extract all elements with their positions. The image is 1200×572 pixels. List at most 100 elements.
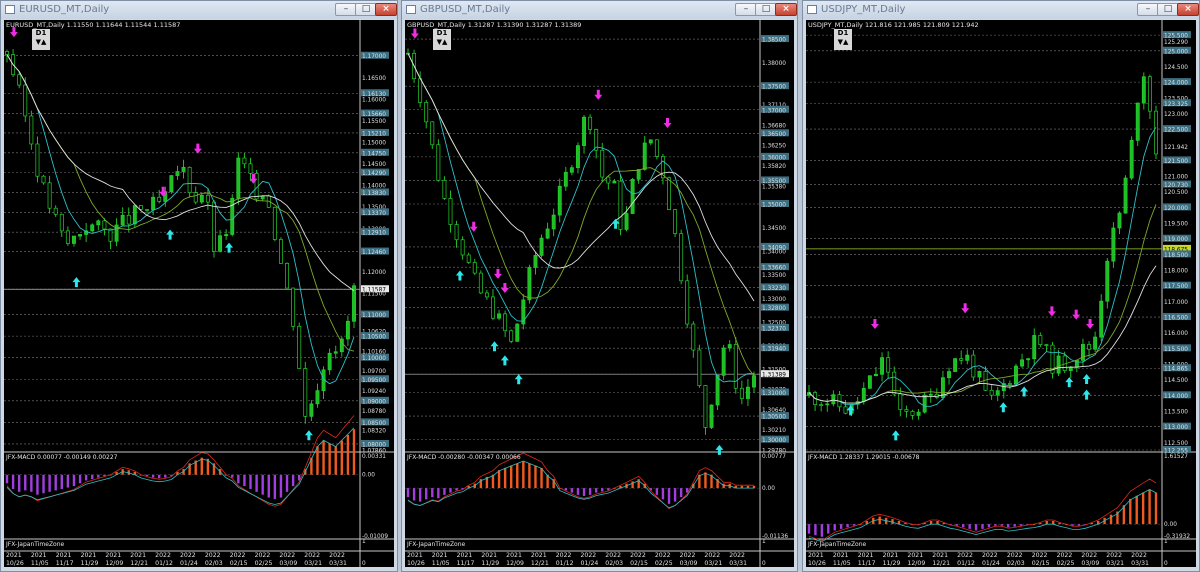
date-day-label: 11/05 [432,560,450,567]
candle-body [947,371,951,379]
candle-body [527,267,532,301]
price-chart[interactable]: 125.500125.290125.000124.500124.000123.5… [806,20,1196,567]
chart-window-usdjpy[interactable]: USDJPY_MT,Daily – □ × 125.500 125.290 125.… [802,0,1200,572]
candle-body [108,228,113,242]
window-title: EURUSD_MT,Daily [19,4,110,15]
price-label: 123.325 [1164,102,1188,108]
candle-body [1038,335,1043,345]
macd-bar [878,516,881,525]
candle-body [278,239,283,264]
date-day-label: 11/17 [457,560,475,567]
buy-arrow-icon [1082,374,1091,385]
candle-body [333,351,338,354]
chart-window-gbpusd[interactable]: GBPUSD_MT,Daily – □ × 1.38500 1.38000 1.37… [401,0,798,572]
macd-bar [1019,524,1023,526]
price-label: 114.000 [1164,394,1188,400]
chart-canvas[interactable]: 1.385001.380001.375001.371101.370001.366… [405,20,794,567]
macd-bar [200,457,204,475]
candle-body [78,234,83,237]
macd-bar [807,524,811,534]
price-label: 117.500 [1164,284,1188,290]
price-label: 117.000 [1164,300,1188,306]
zone-scale-label: 1 [762,539,766,545]
candle-body [557,185,562,216]
date-year-label: 2021 [407,552,423,559]
timeframe-switch[interactable]: D1 ▼▲ [32,29,50,50]
date-day-label: 03/31 [1131,560,1149,567]
price-label: 1.15000 [362,141,386,147]
candle-body [965,354,970,361]
macd-bar [36,474,39,495]
candle-body [825,403,830,406]
price-label: 113.000 [1164,425,1188,431]
macd-scale-label: 0.00 [362,473,375,479]
date-year-label: 2022 [630,552,646,559]
macd-bar [425,488,428,500]
price-chart[interactable]: 1.17000 1.16500 1.16130 1.16000 1.15660 1.155… [4,20,394,567]
minimize-button[interactable]: – [335,3,357,16]
sell-arrow-icon [594,89,603,100]
candle-body [41,175,46,184]
macd-bar [594,488,598,493]
date-day-label: 03/09 [279,560,297,567]
buy-arrow-icon [455,270,464,281]
date-year-label: 2022 [329,552,345,559]
candle-body [90,224,95,232]
buy-arrow-icon [72,277,81,288]
macd-bar [418,488,422,502]
window-titlebar[interactable]: EURUSD_MT,Daily – □ × [1,1,397,19]
date-day-label: 12/09 [105,560,123,567]
macd-bar [582,488,586,496]
macd-bar [631,481,634,489]
macd-bar [443,488,446,495]
close-button[interactable]: × [1177,3,1199,16]
date-year-label: 2022 [1131,552,1147,559]
macd-bar [48,474,51,492]
candle-body [1105,260,1110,302]
candle-body [1068,366,1073,371]
window-titlebar[interactable]: USDJPY_MT,Daily – □ × [803,1,1199,19]
macd-bar [1007,524,1010,528]
price-label: 1.36680 [762,123,786,129]
window-title: GBPUSD_MT,Daily [420,4,511,15]
macd-bar [981,524,984,529]
maximize-button[interactable]: □ [355,3,377,16]
minimize-button[interactable]: – [735,3,757,16]
chart-canvas[interactable]: 125.500125.290125.000124.500124.000123.5… [806,20,1196,567]
timeframe-switch[interactable]: D1 ▼▲ [834,29,852,50]
price-chart[interactable]: 1.385001.380001.375001.371101.370001.366… [405,20,794,567]
price-label: 1.30210 [762,428,786,434]
timeframe-switch[interactable]: D1 ▼▲ [433,29,451,50]
chart-window-icon [406,5,416,14]
window-titlebar[interactable]: GBPUSD_MT,Daily – □ × [402,1,797,19]
macd-bar [576,488,580,495]
candle-body [959,358,964,361]
maximize-button[interactable]: □ [755,3,777,16]
candle-body [831,394,836,405]
candle-body [977,371,982,378]
price-label: 1.34000 [762,250,786,256]
date-year-label: 2022 [680,552,696,559]
macd-bar [42,474,45,494]
macd-bar [846,524,849,528]
candle-body [102,220,107,230]
close-button[interactable]: × [775,3,797,16]
price-label: 1.36000 [762,155,786,161]
candle-body [418,78,423,103]
candle-body [551,214,556,230]
zone-scale-label: 1 [362,539,366,545]
macd-bar [1135,495,1138,525]
date-day-label: 02/25 [255,560,273,567]
candle-body [1020,359,1025,367]
candle-body [1056,355,1061,374]
macd-bar [72,474,76,487]
maximize-button[interactable]: □ [1157,3,1179,16]
price-label: 1.13370 [362,211,386,217]
macd-bar [827,524,830,534]
chart-canvas[interactable]: 1.170001.165001.161301.160001.156601.155… [4,20,394,567]
macd-bar [839,524,843,529]
minimize-button[interactable]: – [1137,3,1159,16]
candle-body [169,175,174,193]
chart-window-eurusd[interactable]: EURUSD_MT,Daily – □ × 1.17000 1.16500 1.16… [0,0,398,572]
close-button[interactable]: × [375,3,397,16]
